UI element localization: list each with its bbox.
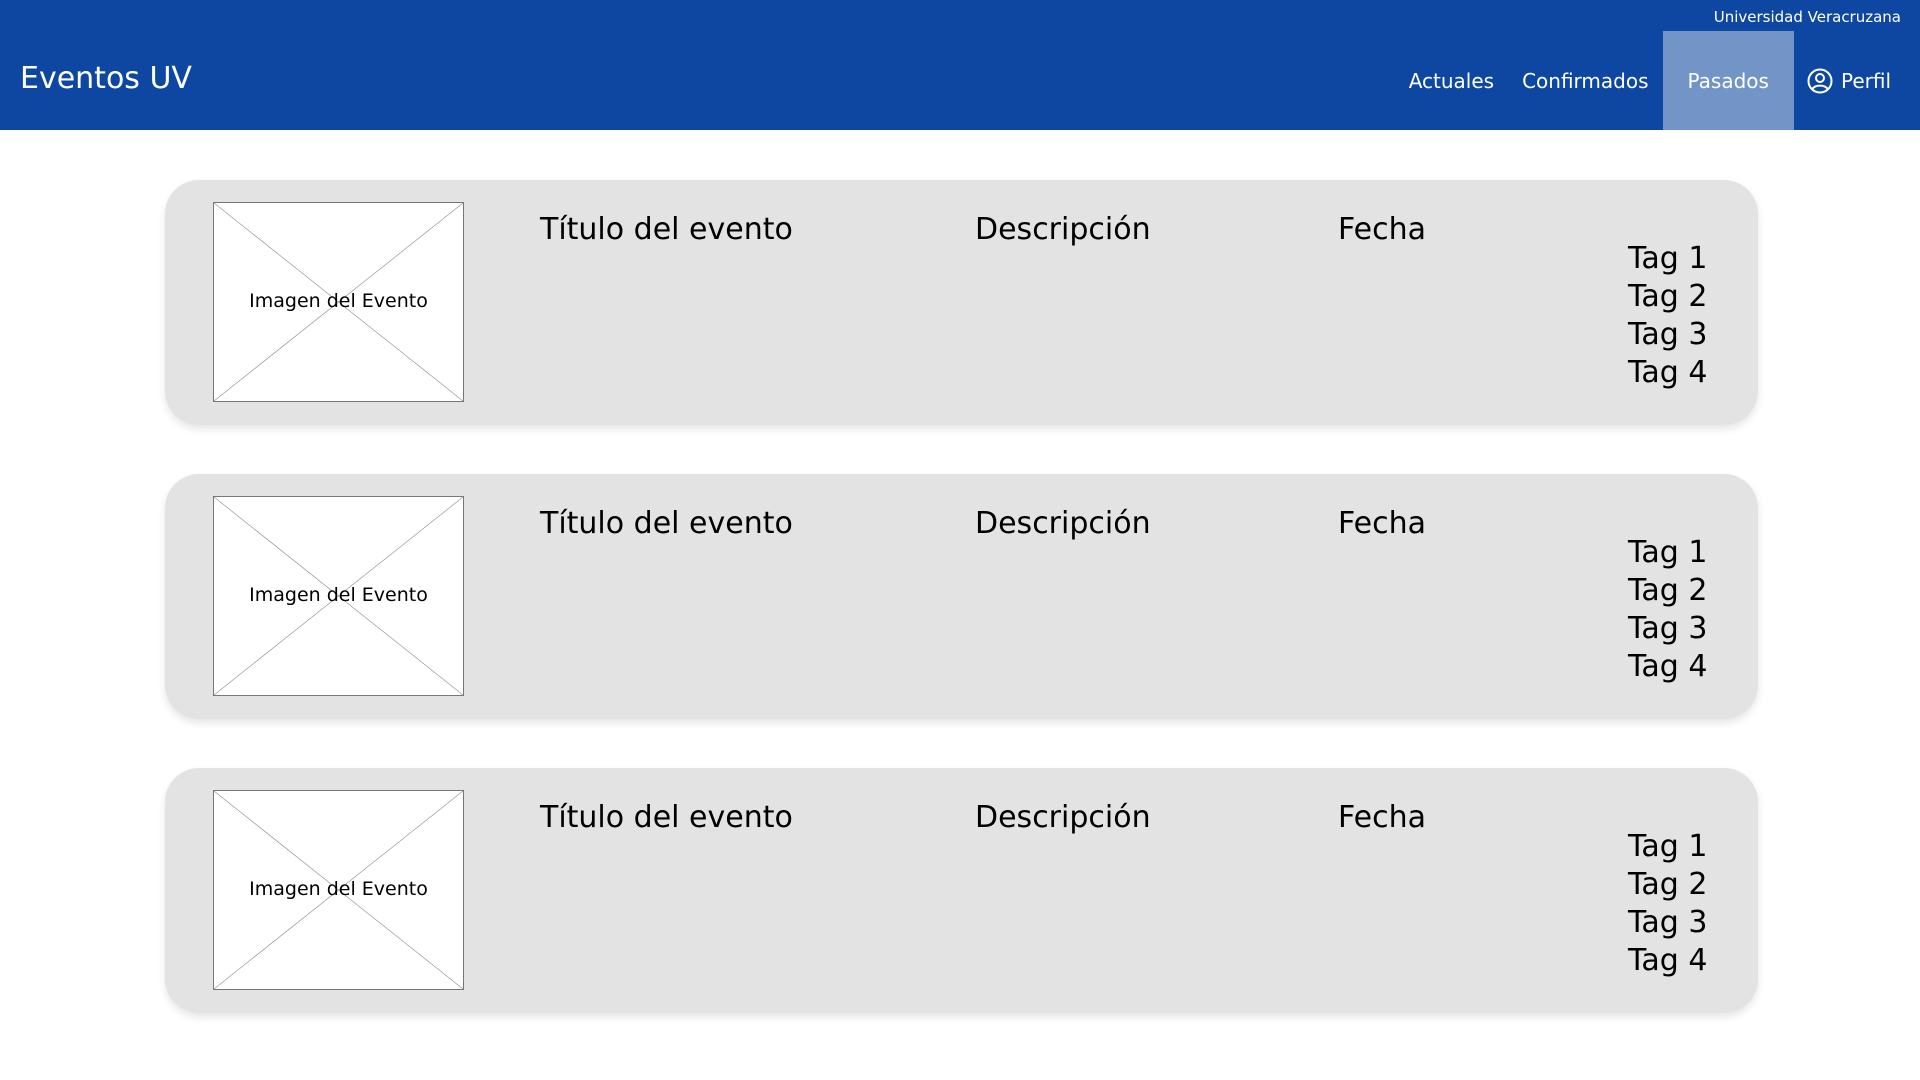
nav-label: Actuales: [1408, 68, 1495, 93]
event-card[interactable]: Imagen del Evento Título del evento Desc…: [165, 768, 1758, 1013]
event-image-label: Imagen del Evento: [249, 290, 428, 312]
event-image-placeholder: Imagen del Evento: [213, 496, 464, 696]
app-brand[interactable]: Eventos UV: [20, 59, 192, 99]
nav-label: Confirmados: [1522, 68, 1649, 93]
user-circle-icon: [1807, 68, 1833, 94]
university-name: Universidad Veracruzana: [1713, 8, 1901, 26]
event-tags: Tag 1 Tag 2 Tag 3 Tag 4: [1628, 240, 1707, 392]
nav-actuales[interactable]: Actuales: [1395, 31, 1508, 130]
event-tag: Tag 1: [1628, 535, 1708, 570]
event-description: Descripción: [975, 800, 1151, 835]
event-tag: Tag 3: [1628, 611, 1708, 646]
event-title: Título del evento: [540, 212, 793, 247]
event-tag: Tag 4: [1628, 355, 1708, 390]
event-card[interactable]: Imagen del Evento Título del evento Desc…: [165, 180, 1758, 425]
nav-label: Perfil: [1840, 68, 1891, 93]
event-image-placeholder: Imagen del Evento: [213, 790, 464, 990]
event-tag: Tag 4: [1628, 649, 1708, 684]
event-description: Descripción: [975, 506, 1151, 541]
event-tag: Tag 1: [1628, 241, 1708, 276]
nav-pasados[interactable]: Pasados: [1662, 31, 1794, 130]
event-tags: Tag 1 Tag 2 Tag 3 Tag 4: [1628, 828, 1707, 980]
event-image-label: Imagen del Evento: [249, 584, 428, 606]
top-header: Universidad Veracruzana Eventos UV Actua…: [0, 0, 1920, 130]
event-tag: Tag 1: [1628, 829, 1708, 864]
event-date: Fecha: [1338, 800, 1426, 835]
event-tag: Tag 3: [1628, 905, 1708, 940]
event-tag: Tag 2: [1628, 279, 1708, 314]
nav-label: Pasados: [1687, 68, 1769, 93]
nav-perfil[interactable]: Perfil: [1794, 31, 1920, 130]
event-title: Título del evento: [540, 506, 793, 541]
event-image-label: Imagen del Evento: [249, 878, 428, 900]
event-tag: Tag 2: [1628, 867, 1708, 902]
main-nav: Actuales Confirmados Pasados Perfil: [1395, 31, 1920, 130]
events-list: Imagen del Evento Título del evento Desc…: [165, 180, 1758, 1062]
event-tag: Tag 2: [1628, 573, 1708, 608]
event-description: Descripción: [975, 212, 1151, 247]
event-card[interactable]: Imagen del Evento Título del evento Desc…: [165, 474, 1758, 719]
event-date: Fecha: [1338, 506, 1426, 541]
event-tags: Tag 1 Tag 2 Tag 3 Tag 4: [1628, 534, 1707, 686]
event-tag: Tag 3: [1628, 317, 1708, 352]
event-date: Fecha: [1338, 212, 1426, 247]
event-image-placeholder: Imagen del Evento: [213, 202, 464, 402]
nav-confirmados[interactable]: Confirmados: [1508, 31, 1662, 130]
event-title: Título del evento: [540, 800, 793, 835]
event-tag: Tag 4: [1628, 943, 1708, 978]
